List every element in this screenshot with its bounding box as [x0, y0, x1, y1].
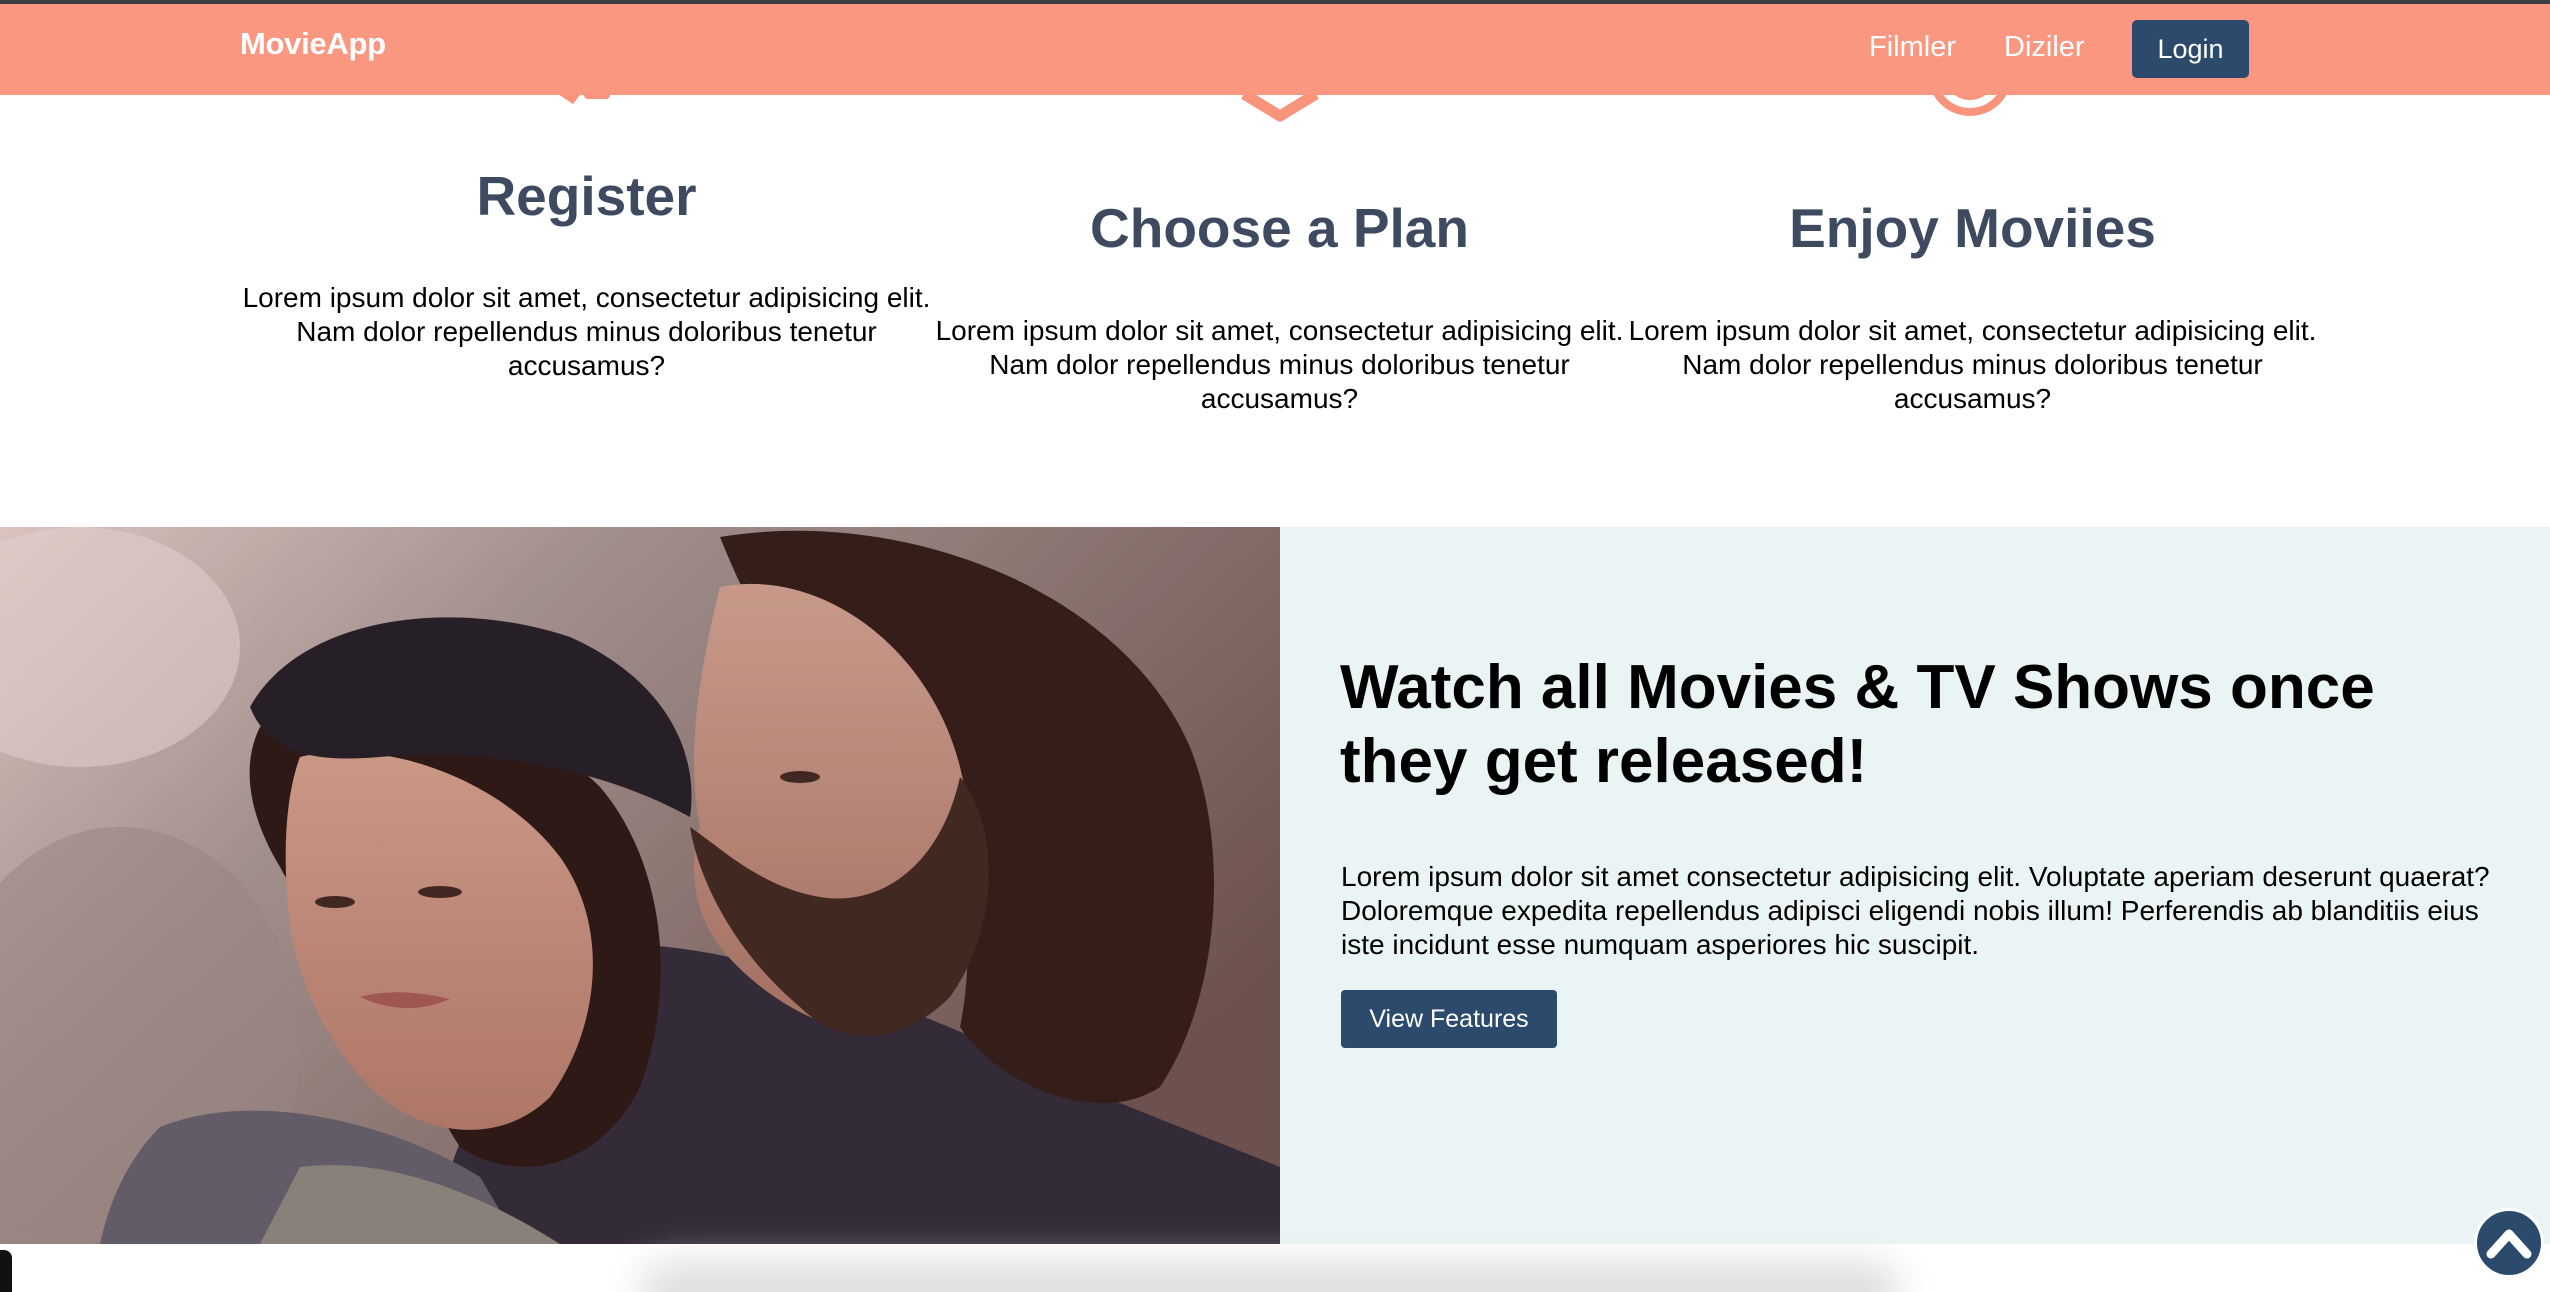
window-top-border	[0, 0, 2550, 4]
feature-section: Watch all Movies & TV Shows once they ge…	[0, 527, 2550, 1244]
nav-link-filmler[interactable]: Filmler	[1869, 31, 1956, 64]
page: MovieApp Filmler Diziler Login Register …	[0, 0, 2550, 1292]
step-title-register: Register	[476, 165, 697, 227]
step-title-enjoy-movies: Enjoy Moviies	[1789, 197, 2156, 259]
feature-description: Lorem ipsum dolor sit amet consectetur a…	[1341, 861, 2490, 960]
couple-photo	[0, 527, 1280, 1244]
step-text-register: Lorem ipsum dolor sit amet, consectetur …	[242, 282, 931, 381]
feature-heading: Watch all Movies & TV Shows once they ge…	[1340, 653, 2375, 796]
chevron-up-icon	[2486, 1229, 2532, 1259]
feature-panel: Watch all Movies & TV Shows once they ge…	[1280, 527, 2550, 1244]
view-features-button[interactable]: View Features	[1341, 990, 1557, 1048]
card-shadow	[640, 1262, 1900, 1292]
nav-link-diziler[interactable]: Diziler	[2004, 31, 2085, 64]
step-text-choose-plan: Lorem ipsum dolor sit amet, consectetur …	[935, 315, 1624, 414]
brand-logo[interactable]: MovieApp	[240, 26, 386, 62]
step-title-choose-plan: Choose a Plan	[1090, 197, 1469, 259]
step-text-enjoy-movies: Lorem ipsum dolor sit amet, consectetur …	[1628, 315, 2317, 414]
navbar: MovieApp Filmler Diziler Login	[0, 4, 2550, 95]
left-edge-decoration	[0, 1250, 12, 1292]
login-button[interactable]: Login	[2132, 20, 2249, 78]
scroll-to-top-button[interactable]	[2474, 1208, 2544, 1278]
